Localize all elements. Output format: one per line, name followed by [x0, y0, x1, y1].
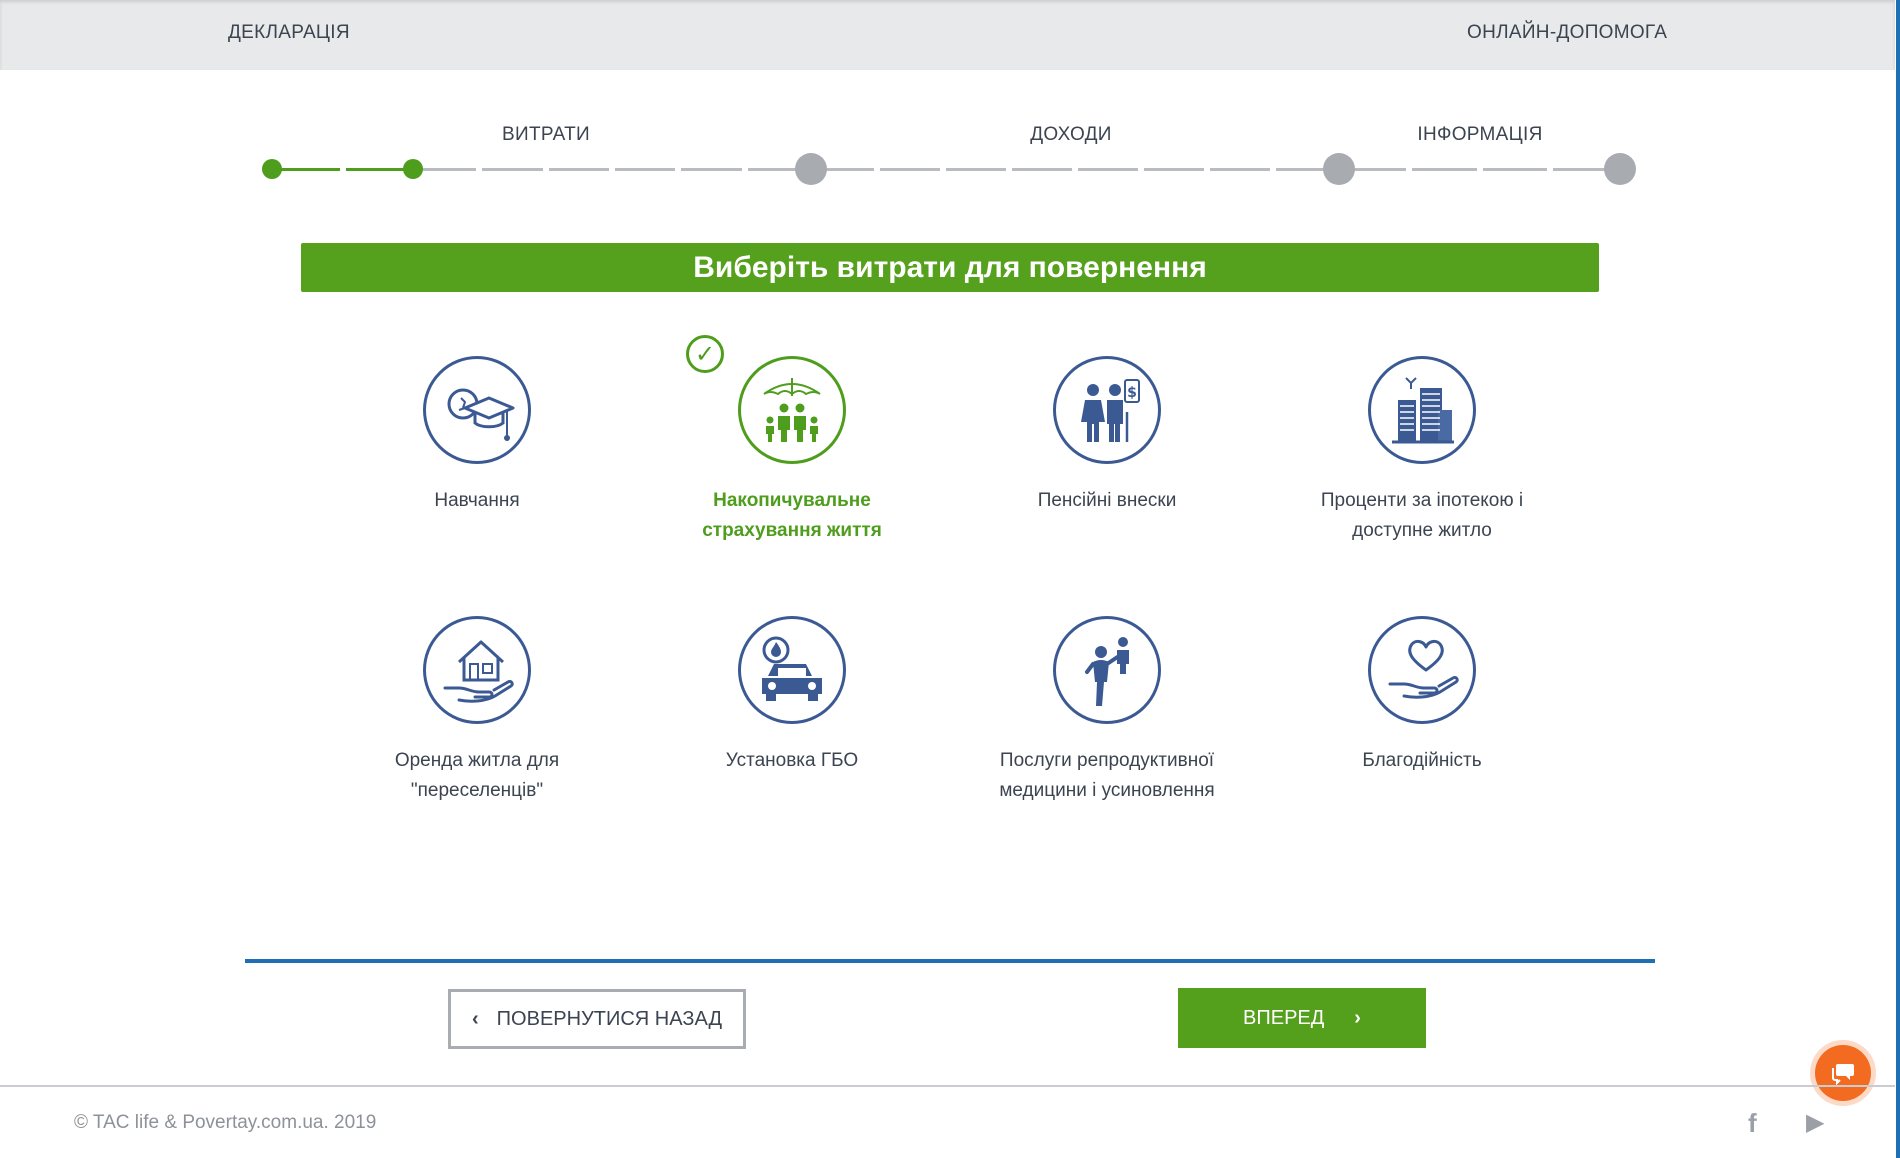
expense-option-circle	[1368, 616, 1476, 724]
back-button-label: ПОВЕРНУТИСЯ НАЗАД	[496, 1007, 722, 1030]
facebook-icon[interactable]: f	[1748, 1108, 1757, 1139]
next-button[interactable]: ВПЕРЕД ›	[1178, 988, 1426, 1048]
expense-option-label: Накопичувальне страхування життя	[702, 490, 882, 541]
gas-car-icon	[762, 636, 822, 701]
expense-option-label: Послуги репродуктивної медицини і усинов…	[999, 750, 1215, 801]
parent-child-icon	[1085, 637, 1129, 706]
youtube-play-icon[interactable]: ▶	[1806, 1108, 1824, 1137]
expense-option-circle	[1368, 356, 1476, 464]
step-track-segment	[1144, 168, 1204, 171]
step-track-segment	[1078, 168, 1138, 171]
house-in-hand-icon	[443, 640, 514, 703]
expense-option-reproductive[interactable]: Послуги репродуктивної медицини і усинов…	[977, 616, 1237, 806]
expense-option-charity[interactable]: Благодійність	[1292, 616, 1552, 776]
section-banner: Виберіть витрати для повернення	[301, 243, 1599, 292]
next-button-label: ВПЕРЕД	[1243, 1006, 1325, 1029]
step-track-segment	[1012, 168, 1072, 171]
step-track-segment	[681, 168, 742, 171]
footer-divider	[0, 1085, 1895, 1087]
chat-icon	[1832, 1064, 1854, 1085]
family-umbrella-icon	[763, 378, 821, 442]
expense-option-mortgage[interactable]: Проценти за іпотекою і доступне житло	[1292, 356, 1552, 546]
step-track-segment	[1482, 168, 1547, 171]
expense-option-circle	[738, 616, 846, 724]
top-navigation-bar: ДЕКЛАРАЦІЯ ОНЛАЙН-ДОПОМОГА	[0, 0, 1895, 70]
expense-option-life-insurance[interactable]: Накопичувальне страхування життя	[662, 356, 922, 546]
step-node	[1604, 153, 1636, 185]
step-track-segment	[1412, 168, 1477, 171]
elderly-couple-icon: $	[1081, 379, 1140, 442]
step-label-expenses: ВИТРАТИ	[502, 124, 590, 145]
step-label-information: ІНФОРМАЦІЯ	[1417, 124, 1543, 145]
expense-option-circle	[1053, 616, 1161, 724]
step-node	[262, 159, 282, 179]
expense-option-label: Оренда житла для "переселенців"	[394, 750, 560, 801]
expense-option-circle	[738, 356, 846, 464]
footer-copyright: © TAC life & Povertay.com.ua. 2019	[74, 1112, 377, 1133]
step-track-segment	[416, 168, 477, 171]
step-track-segment	[548, 168, 609, 171]
step-track-segment	[880, 168, 940, 171]
nav-link-declaration[interactable]: ДЕКЛАРАЦІЯ	[228, 22, 350, 44]
step-track-segment	[275, 168, 340, 171]
back-button[interactable]: ‹ ПОВЕРНУТИСЯ НАЗАД	[448, 989, 746, 1049]
step-track-segment	[615, 168, 676, 171]
expense-option-circle: $	[1053, 356, 1161, 464]
svg-text:$: $	[1127, 385, 1137, 401]
expense-option-education[interactable]: Навчання	[347, 356, 607, 516]
expense-option-lpg[interactable]: Установка ГБО	[662, 616, 922, 776]
heart-in-hand-icon	[1388, 639, 1459, 699]
chevron-left-icon: ‹	[472, 1007, 479, 1030]
expense-option-label: Благодійність	[1362, 750, 1482, 771]
step-node	[403, 159, 423, 179]
expense-option-label: Проценти за іпотекою і доступне житло	[1320, 490, 1524, 541]
expense-option-label: Установка ГБО	[725, 750, 859, 771]
expense-option-label: Навчання	[434, 490, 520, 511]
expense-option-circle	[423, 616, 531, 724]
content-divider	[245, 959, 1655, 963]
step-track-segment	[1210, 168, 1270, 171]
step-node	[1323, 153, 1355, 185]
page-right-edge	[1896, 0, 1900, 1158]
chevron-right-icon: ›	[1354, 1006, 1361, 1029]
step-track-segment	[482, 168, 543, 171]
step-track-segment	[946, 168, 1006, 171]
progress-stepper: ВИТРАТИ ДОХОДИ ІНФОРМАЦІЯ	[262, 118, 1642, 208]
buildings-icon	[1392, 377, 1454, 444]
step-node	[795, 153, 827, 185]
chat-button[interactable]	[1815, 1045, 1871, 1101]
step-label-income: ДОХОДИ	[1030, 124, 1112, 145]
banner-title: Виберіть витрати для повернення	[693, 250, 1207, 284]
expense-option-circle	[423, 356, 531, 464]
nav-link-online-help[interactable]: ОНЛАЙН-ДОПОМОГА	[1467, 22, 1667, 44]
graduation-cap-icon	[447, 388, 515, 441]
expense-option-label: Пенсійні внески	[1037, 490, 1177, 511]
step-track-segment	[345, 168, 410, 171]
selected-check-icon: ✓	[686, 335, 724, 373]
expense-option-pension[interactable]: $ Пенсійні внески	[977, 356, 1237, 516]
expense-option-rent[interactable]: Оренда житла для "переселенців"	[347, 616, 607, 806]
